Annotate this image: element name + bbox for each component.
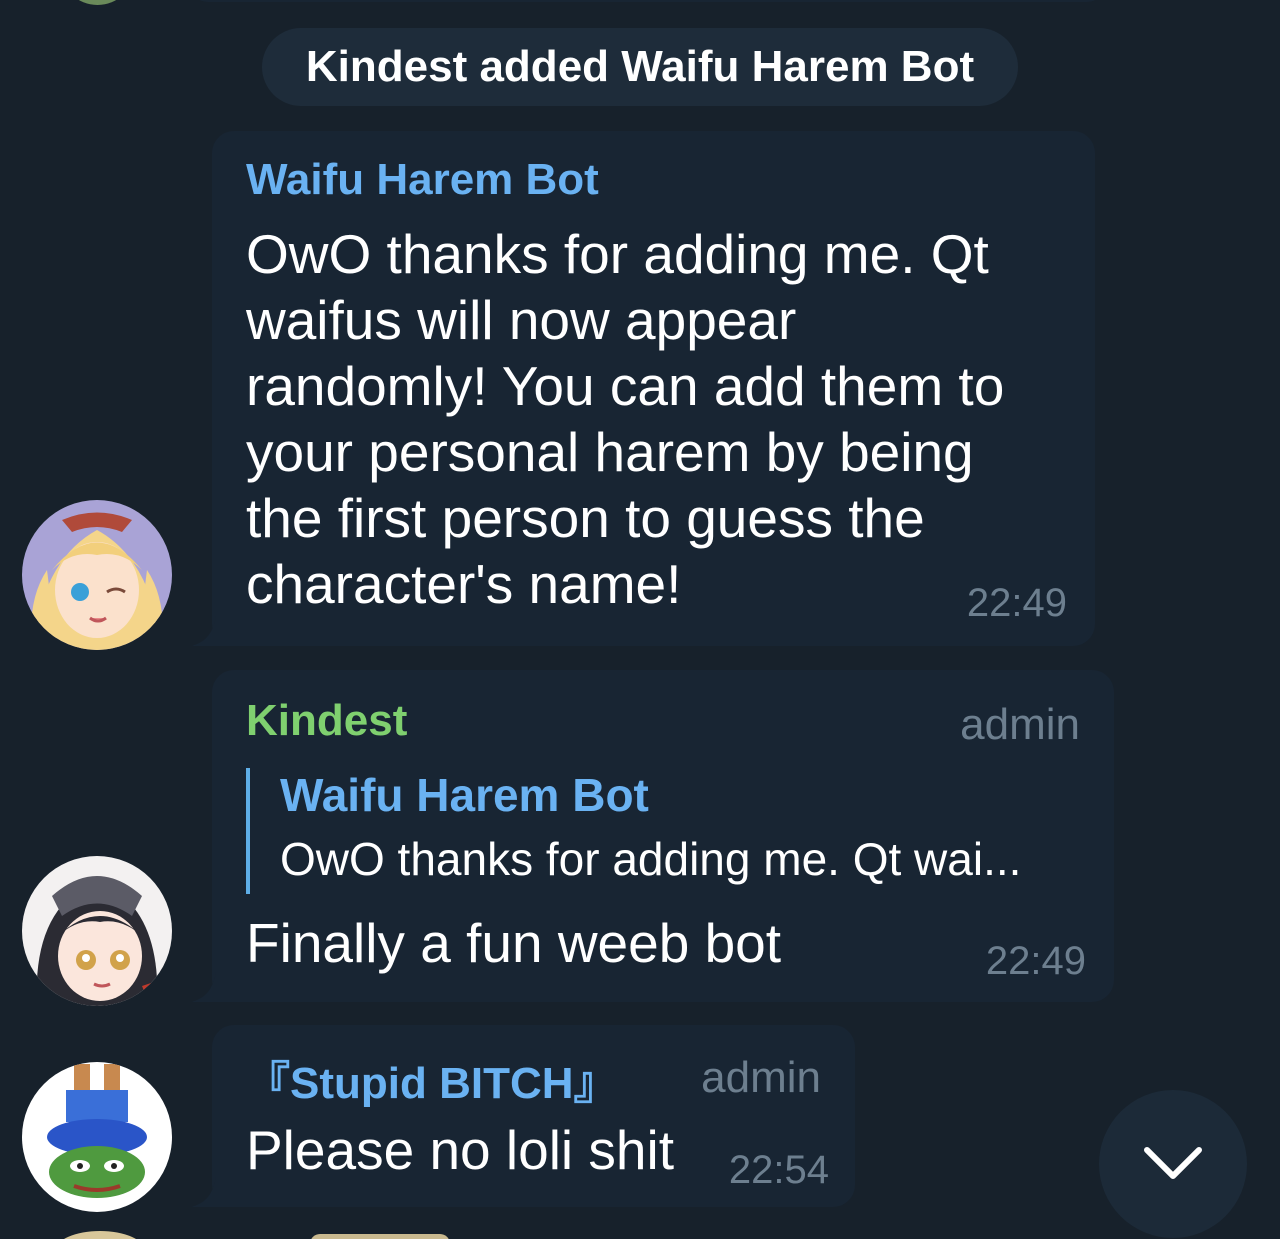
pepe-frog-avatar-image bbox=[22, 1062, 172, 1212]
bubble-tail bbox=[190, 616, 234, 646]
message-time: 22:54 bbox=[728, 1148, 829, 1192]
scroll-to-bottom-button[interactable] bbox=[1099, 1090, 1247, 1238]
anime-girl-avatar-image bbox=[22, 500, 172, 650]
message-time: 22:49 bbox=[966, 581, 1067, 625]
avatar-stupid-bitch[interactable] bbox=[22, 1062, 172, 1212]
reply-quote[interactable]: Waifu Harem Bot OwO thanks for adding me… bbox=[246, 768, 1021, 894]
reply-text: OwO thanks for adding me. Qt wai... bbox=[280, 833, 1022, 885]
message-text: OwO thanks for adding me. Qt waifus will… bbox=[246, 223, 1005, 615]
message-time: 22:49 bbox=[985, 939, 1086, 983]
avatar-next[interactable] bbox=[55, 1231, 145, 1239]
message-bubble-kindest[interactable]: Kindest admin Waifu Harem Bot OwO thanks… bbox=[212, 670, 1114, 1002]
chat-screen: Kindest added Waifu Harem Bot Waifu Hare… bbox=[0, 0, 1280, 1239]
avatar-kindest[interactable] bbox=[22, 856, 172, 1006]
sender-name[interactable]: Waifu Harem Bot bbox=[246, 155, 599, 205]
sender-name[interactable]: Kindest bbox=[246, 696, 407, 746]
admin-badge: admin bbox=[960, 700, 1080, 749]
bubble-tail bbox=[190, 972, 234, 1002]
reply-sender: Waifu Harem Bot bbox=[280, 769, 649, 821]
message-bubble-stupid-bitch[interactable]: 『Stupid BITCH』 admin Please no loli shit… bbox=[212, 1025, 855, 1207]
message-text: Please no loli shit bbox=[246, 1119, 675, 1181]
avatar-waifu-harem-bot[interactable] bbox=[22, 500, 172, 650]
message-bubble-previous[interactable] bbox=[190, 0, 1105, 2]
anime-girl-avatar-image bbox=[22, 856, 172, 1006]
message-bubble-next[interactable] bbox=[310, 1234, 450, 1239]
admin-badge: admin bbox=[701, 1053, 821, 1102]
message-bubble-bot[interactable]: Waifu Harem Bot OwO thanks for adding me… bbox=[212, 131, 1095, 646]
bubble-tail bbox=[190, 1177, 234, 1207]
sender-name[interactable]: 『Stupid BITCH』 bbox=[246, 1047, 618, 1111]
message-text: Finally a fun weeb bot bbox=[246, 912, 782, 974]
service-message: Kindest added Waifu Harem Bot bbox=[262, 28, 1018, 106]
avatar-previous[interactable] bbox=[60, 0, 135, 5]
chevron-down-icon bbox=[1144, 1147, 1202, 1179]
